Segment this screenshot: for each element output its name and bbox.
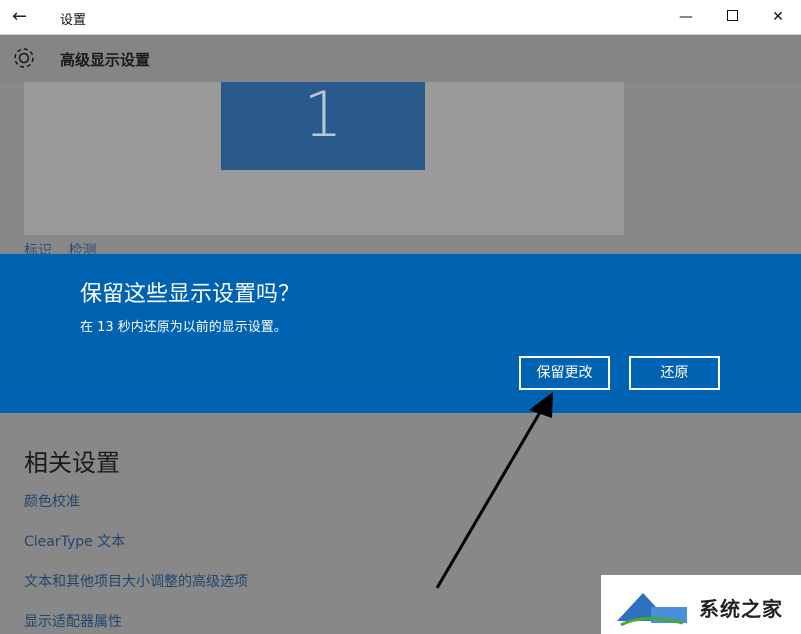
back-arrow-icon[interactable]: ←	[12, 7, 32, 27]
keep-changes-button[interactable]: 保留更改	[519, 356, 610, 390]
related-settings-heading: 相关设置	[24, 449, 120, 477]
display-preview-area: 1	[24, 78, 624, 235]
watermark-house-icon	[617, 593, 687, 627]
page-header: 高级显示设置	[0, 35, 801, 82]
monitor-number: 1	[303, 78, 343, 151]
watermark-text: 系统之家	[699, 597, 783, 621]
advanced-sizing-link[interactable]: 文本和其他项目大小调整的高级选项	[24, 571, 248, 591]
page-title: 高级显示设置	[60, 51, 151, 69]
revert-button[interactable]: 还原	[629, 356, 720, 390]
dialog-title: 保留这些显示设置吗？	[80, 282, 301, 307]
cleartype-text-link[interactable]: ClearType 文本	[24, 531, 125, 551]
maximize-icon	[726, 10, 738, 21]
minimize-button[interactable]: —	[663, 0, 709, 34]
maximize-button[interactable]	[709, 0, 755, 34]
window-title: 设置	[60, 13, 87, 28]
watermark-logo: 系统之家	[601, 575, 801, 634]
keep-settings-dialog: 保留这些显示设置吗？ 在 13 秒内还原为以前的显示设置。 保留更改 还原	[0, 254, 801, 413]
title-bar: ← 设置 — ✕	[0, 0, 801, 35]
dialog-message: 在 13 秒内还原为以前的显示设置。	[80, 320, 287, 335]
close-button[interactable]: ✕	[755, 0, 801, 34]
display-adapter-properties-link[interactable]: 显示适配器属性	[24, 611, 122, 631]
gear-icon	[14, 48, 34, 68]
monitor-tile[interactable]: 1	[221, 78, 425, 170]
color-calibration-link[interactable]: 颜色校准	[24, 491, 80, 511]
